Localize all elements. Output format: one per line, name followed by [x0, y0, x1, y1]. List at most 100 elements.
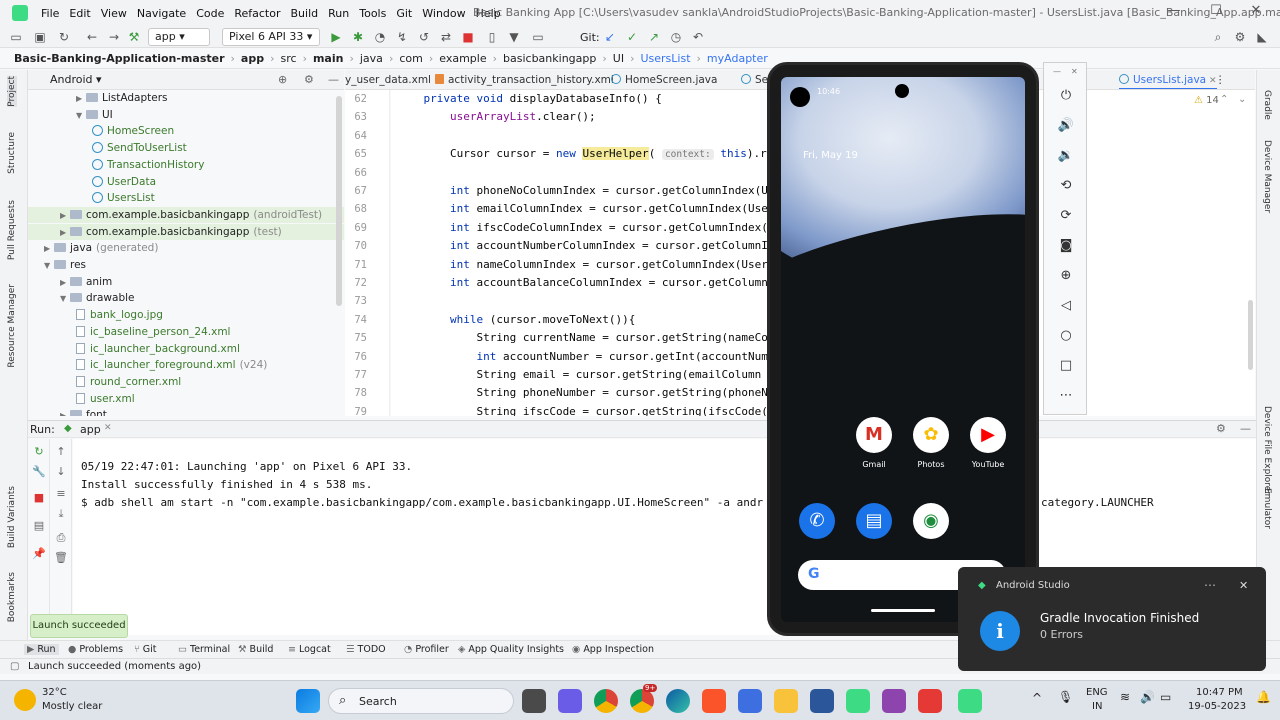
breadcrumb-item[interactable]: com — [399, 52, 423, 65]
back-icon[interactable]: ← — [84, 29, 100, 45]
menu-build[interactable]: Build — [286, 7, 324, 20]
breadcrumb-item[interactable]: java — [360, 52, 383, 65]
breadcrumb-item[interactable]: example — [439, 52, 486, 65]
build-hammer-icon[interactable]: ⚒ — [126, 29, 142, 45]
emulator-close-icon[interactable]: ✕ — [1071, 67, 1078, 76]
menu-window[interactable]: Window — [417, 7, 470, 20]
minimize-icon[interactable]: — — [1164, 3, 1184, 23]
build-wrench-icon[interactable]: 🔧 — [32, 465, 46, 479]
expand-arrow-icon[interactable]: ▼ — [44, 258, 54, 274]
tool-tab-todo[interactable]: ☰ TODO — [346, 644, 386, 655]
device-manager-tool-tab[interactable]: Device Manager — [1262, 140, 1272, 213]
pull-requests-tool-tab[interactable]: Pull Requests — [7, 200, 17, 260]
hide-run-panel-icon[interactable]: — — [1240, 422, 1251, 435]
expand-arrow-icon[interactable]: ▶ — [76, 91, 86, 107]
menu-code[interactable]: Code — [191, 7, 229, 20]
rotate-left-icon[interactable]: ⟲ — [1057, 177, 1075, 195]
menu-edit[interactable]: Edit — [64, 7, 95, 20]
rotate-right-icon[interactable]: ⟳ — [1057, 207, 1075, 225]
emulator-screen[interactable]: 10:46 Fri, May 19 G M Gmail ✿ Photos ▶ YouTub… — [781, 77, 1025, 622]
power-icon[interactable]: ⏻ — [1057, 87, 1075, 105]
volume-up-icon[interactable]: 🔊 — [1057, 117, 1075, 135]
menu-navigate[interactable]: Navigate — [132, 7, 191, 20]
microphone-icon[interactable]: 🎙 — [1058, 690, 1073, 704]
chrome-profile-icon[interactable] — [630, 689, 654, 713]
open-folder-icon[interactable]: ▭ — [8, 29, 24, 45]
git-rollback-icon[interactable]: ↶ — [690, 29, 706, 45]
pin-tab-icon[interactable]: 📌 — [32, 547, 46, 561]
battery-icon[interactable]: ▭ — [1160, 690, 1171, 704]
android-studio-taskbar-icon[interactable] — [846, 689, 870, 713]
gradle-tool-tab[interactable]: Gradle — [1262, 90, 1272, 120]
editor-tab[interactable]: HomeScreen.java — [611, 70, 717, 89]
hide-panel-icon[interactable]: — — [328, 70, 339, 90]
git-push-icon[interactable]: ↗ — [646, 29, 662, 45]
run-tab-app[interactable]: app — [80, 423, 101, 436]
volume-icon[interactable]: 🔊 — [1140, 690, 1155, 704]
store-icon[interactable] — [738, 689, 762, 713]
phone-icon[interactable]: ✆ — [799, 503, 835, 539]
gesture-nav-bar[interactable] — [871, 609, 935, 612]
tool-tab-build[interactable]: ⚒ Build — [238, 644, 273, 655]
tool-tab-run[interactable]: ▶ Run — [24, 644, 59, 655]
word-icon[interactable] — [810, 689, 834, 713]
editor-tab[interactable]: activity_transaction_history.xml — [435, 70, 614, 89]
chevron-up-tray-icon[interactable]: ^ — [1032, 691, 1042, 705]
device-selector[interactable]: Pixel 6 API 33 ▾ — [222, 28, 320, 46]
tool-tab-app-inspection[interactable]: ◉ App Inspection — [572, 644, 654, 655]
chrome-taskbar-icon[interactable] — [594, 689, 618, 713]
project-view-selector[interactable]: Android ▾ — [50, 73, 102, 86]
zoom-icon[interactable]: ⊕ — [1057, 267, 1075, 285]
messages-icon[interactable]: ▤ — [856, 503, 892, 539]
volume-down-icon[interactable]: 🔉 — [1057, 147, 1075, 165]
android-sdk-icon[interactable]: ◣ — [1254, 29, 1270, 45]
git-update-icon[interactable]: ↙ — [602, 29, 618, 45]
status-toggle-icon[interactable]: ▢ — [10, 659, 19, 674]
chrome-icon[interactable]: ◉ — [913, 503, 949, 539]
editor-scrollbar[interactable] — [1248, 300, 1253, 370]
editor-tab[interactable]: Se — [741, 70, 768, 89]
clear-all-icon[interactable]: 🗑 — [54, 551, 68, 565]
rerun-icon[interactable]: ↻ — [32, 445, 46, 459]
apply-changes-icon[interactable]: ↺ — [416, 29, 432, 45]
weather-icon[interactable] — [14, 689, 36, 711]
collapse-all-icon[interactable]: ⊕ — [278, 70, 287, 90]
breadcrumb-item[interactable]: myAdapter — [707, 52, 768, 65]
notification-close-icon[interactable]: ✕ — [1239, 579, 1248, 592]
expand-arrow-icon[interactable]: ▼ — [76, 108, 86, 124]
expand-arrow-icon[interactable]: ▶ — [44, 241, 54, 257]
device-file-explorer-tool-tab[interactable]: Device File Explorer — [1262, 406, 1272, 495]
screenshot-camera-icon[interactable]: ◙ — [1057, 237, 1075, 255]
expand-arrow-icon[interactable]: ▶ — [60, 408, 70, 416]
notification-more-icon[interactable]: ⋯ — [1204, 578, 1216, 592]
breadcrumb-item[interactable]: main — [313, 52, 344, 65]
resource-manager-tool-tab[interactable]: Resource Manager — [7, 284, 17, 368]
home-circle-icon[interactable]: ○ — [1057, 327, 1075, 345]
menu-tools[interactable]: Tools — [354, 7, 391, 20]
photos-app-icon[interactable]: ✿ — [913, 417, 949, 453]
emulator-minimize-icon[interactable]: — — [1053, 67, 1061, 76]
sdk-manager-icon[interactable]: ▼ — [506, 29, 522, 45]
sync-icon[interactable]: ↻ — [56, 29, 72, 45]
project-tool-tab[interactable]: Project — [7, 76, 17, 107]
close-window-icon[interactable]: ✕ — [1246, 3, 1266, 23]
menu-run[interactable]: Run — [323, 7, 354, 20]
scroll-to-end-icon[interactable]: ⤓ — [54, 507, 68, 521]
run-settings-icon[interactable]: ⚙ — [1216, 422, 1226, 435]
expand-arrow-icon[interactable]: ▼ — [60, 291, 70, 307]
breadcrumb-item[interactable]: basicbankingapp — [503, 52, 596, 65]
tool-tab-logcat[interactable]: ≡ Logcat — [288, 644, 331, 655]
warning-indicator[interactable]: ⚠ 14 — [1194, 95, 1219, 106]
forward-icon[interactable]: → — [106, 29, 122, 45]
menu-refactor[interactable]: Refactor — [229, 7, 285, 20]
expand-arrow-icon[interactable]: ▶ — [60, 275, 70, 291]
git-commit-icon[interactable]: ✓ — [624, 29, 640, 45]
close-tab-icon[interactable]: ✕ — [104, 423, 112, 433]
scroll-up-icon[interactable]: ↑ — [54, 445, 68, 459]
search-everywhere-icon[interactable]: ⌕ — [1210, 29, 1226, 45]
apply-code-changes-icon[interactable]: ⇄ — [438, 29, 454, 45]
breadcrumb-item[interactable]: UI — [613, 52, 624, 65]
taskbar-search[interactable]: ⌕ Search — [328, 688, 514, 714]
file-explorer-icon[interactable] — [774, 689, 798, 713]
soft-wrap-icon[interactable]: ≡ — [54, 487, 68, 501]
